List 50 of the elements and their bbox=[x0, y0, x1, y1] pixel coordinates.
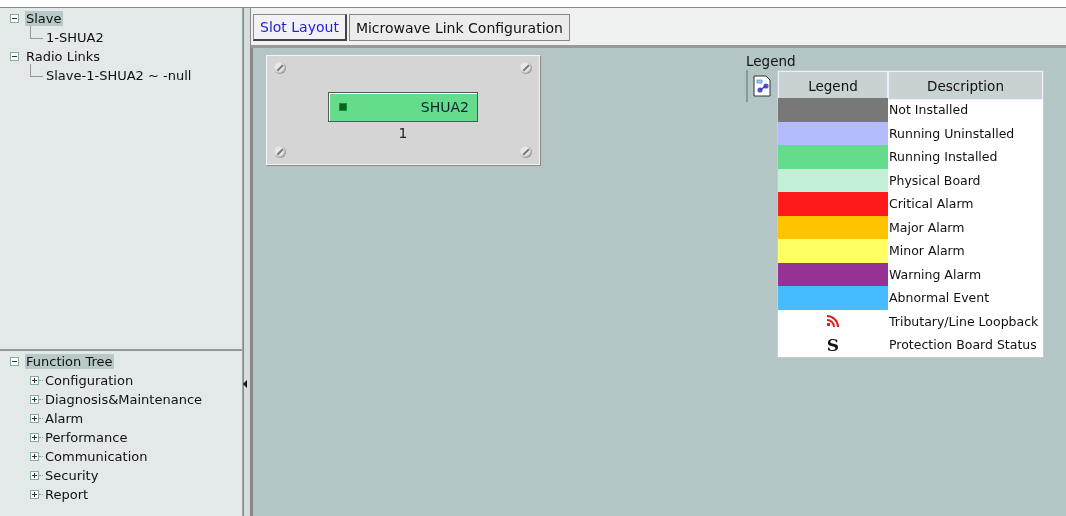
tree-node[interactable]: Security bbox=[44, 468, 100, 483]
tree-node[interactable]: Slave-1-SHUA2 ~ -null bbox=[45, 68, 193, 83]
board-slot[interactable]: SHUA2 bbox=[328, 92, 478, 122]
tree-node[interactable]: Alarm bbox=[44, 411, 85, 426]
collapse-arrow-icon[interactable] bbox=[243, 380, 247, 388]
board-name: SHUA2 bbox=[420, 99, 469, 115]
tree-node[interactable]: Report bbox=[44, 487, 90, 502]
expand-icon[interactable] bbox=[30, 414, 39, 423]
screw-icon bbox=[520, 146, 532, 158]
tree-node[interactable]: Communication bbox=[44, 449, 149, 464]
legend-description: Critical Alarm bbox=[888, 195, 975, 214]
column-header[interactable]: Description bbox=[888, 71, 1043, 100]
legend-description: Running Installed bbox=[888, 148, 999, 167]
tree-node[interactable]: Slave bbox=[25, 11, 63, 26]
tab[interactable]: Microwave Link Configuration bbox=[348, 14, 570, 41]
expand-icon[interactable] bbox=[30, 395, 39, 404]
screw-icon bbox=[274, 146, 286, 158]
tree-node[interactable]: Diagnosis&Maintenance bbox=[44, 392, 204, 407]
tree-node[interactable]: Function Tree bbox=[25, 354, 114, 369]
legend-description: Warning Alarm bbox=[888, 265, 983, 284]
legend-description: Abnormal Event bbox=[888, 289, 991, 308]
tree-node[interactable]: Configuration bbox=[44, 373, 135, 388]
status-led-icon bbox=[339, 103, 347, 111]
expand-icon[interactable] bbox=[30, 452, 39, 461]
slot-number: 1 bbox=[398, 125, 408, 141]
legend-description: Physical Board bbox=[888, 171, 982, 190]
expand-icon[interactable] bbox=[30, 376, 39, 385]
expand-icon[interactable] bbox=[30, 471, 39, 480]
screw-icon bbox=[274, 62, 286, 74]
collapse-icon[interactable] bbox=[10, 14, 19, 23]
expand-icon[interactable] bbox=[30, 490, 39, 499]
column-header[interactable]: Legend bbox=[778, 71, 888, 100]
legend-description: Major Alarm bbox=[888, 218, 966, 237]
screw-icon bbox=[520, 62, 532, 74]
legend-description: Running Uninstalled bbox=[888, 124, 1016, 143]
tree-node[interactable]: Performance bbox=[44, 430, 129, 445]
legend-description: Protection Board Status bbox=[888, 336, 1038, 355]
legend-description: Minor Alarm bbox=[888, 242, 966, 261]
tree-node[interactable]: 1-SHUA2 bbox=[45, 30, 105, 45]
tab[interactable]: Slot Layout bbox=[253, 14, 347, 41]
legend-description: Tributary/Line Loopback bbox=[888, 312, 1040, 331]
expand-icon[interactable] bbox=[30, 433, 39, 442]
legend-description: Not Installed bbox=[888, 101, 970, 120]
symbol-label: S bbox=[826, 334, 840, 355]
diagram-icon[interactable] bbox=[752, 75, 772, 97]
collapse-icon[interactable] bbox=[10, 52, 19, 61]
legend-title: Legend bbox=[746, 53, 797, 69]
tree-node[interactable]: Radio Links bbox=[25, 49, 102, 64]
collapse-icon[interactable] bbox=[10, 357, 19, 366]
signal-arcs-icon bbox=[826, 314, 840, 329]
